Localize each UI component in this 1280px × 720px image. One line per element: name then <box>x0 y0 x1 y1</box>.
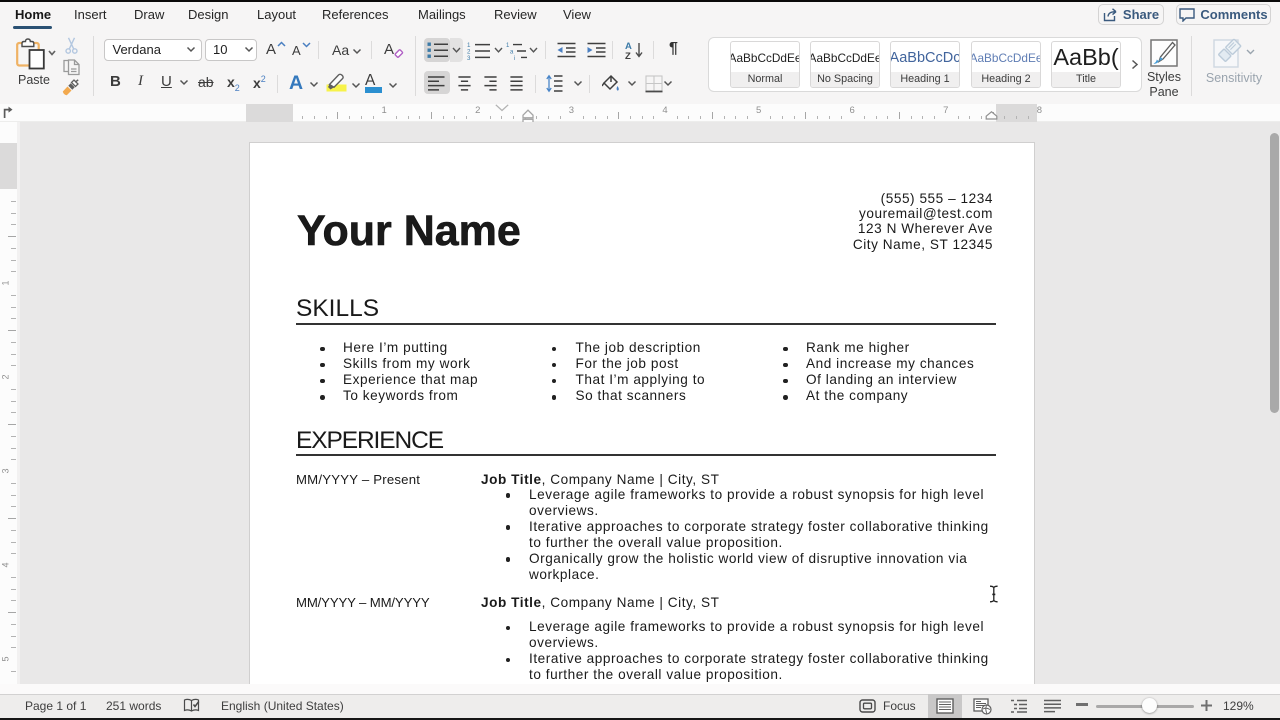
svg-text:i: i <box>514 56 515 60</box>
svg-text:1: 1 <box>506 43 510 49</box>
svg-text:Z: Z <box>625 51 631 60</box>
svg-text:3: 3 <box>467 55 471 60</box>
svg-text:a: a <box>510 50 514 56</box>
